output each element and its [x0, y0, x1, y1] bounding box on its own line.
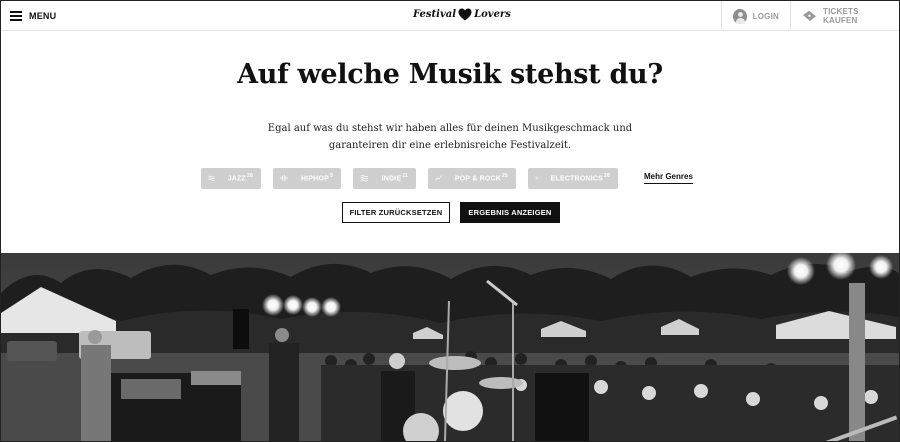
more-genres-link[interactable]: Mehr Genres — [644, 172, 693, 184]
genre-label: JAZZ28 — [227, 173, 253, 183]
genre-count: 28 — [247, 173, 253, 180]
waves-icon — [360, 175, 369, 182]
genre-label: ELECTRONICS28 — [550, 173, 610, 183]
equalizer-icon — [535, 176, 539, 180]
genre-count: 9 — [330, 173, 333, 180]
genre-label: POP & ROCK25 — [454, 173, 508, 183]
hero-description: Egal auf was du stehst wir haben alles f… — [267, 123, 633, 151]
genre-label: HIPHOP9 — [300, 173, 333, 183]
logo-text-left: Festival — [413, 9, 457, 20]
genre-count: 28 — [604, 173, 610, 180]
page-title: Auf welche Musik stehst du? — [237, 59, 663, 90]
menu-button[interactable]: MENU — [10, 9, 56, 23]
genre-chip-hiphop[interactable]: HIPHOP9 — [273, 167, 341, 189]
genre-chip-indie[interactable]: INDIE11 — [353, 167, 416, 189]
login-label: LOGIN — [752, 11, 779, 21]
user-avatar-icon — [733, 8, 747, 24]
reset-filter-button[interactable]: FILTER ZURÜCKSETZEN — [342, 202, 450, 223]
menu-label: MENU — [29, 11, 57, 21]
waves-icon — [208, 175, 215, 181]
concert-photo — [1, 253, 899, 441]
login-button[interactable]: LOGIN — [721, 1, 790, 31]
ticket-icon — [802, 10, 817, 22]
sound-bars-icon — [280, 174, 289, 182]
filter-actions: FILTER ZURÜCKSETZEN ERGEBNIS ANZEIGEN — [342, 202, 560, 223]
genre-label: INDIE11 — [381, 173, 408, 183]
page: MENU Festival Lovers LOGIN TICKETS KAUFE… — [0, 0, 900, 442]
genre-count: 11 — [402, 173, 408, 180]
genre-chip-pop-rock[interactable]: POP & ROCK25 — [428, 167, 516, 189]
genre-filter-list: JAZZ28 HIPHOP9 INDIE11 POP & ROCK25 ELEC… — [201, 167, 693, 189]
genre-count: 25 — [502, 173, 508, 180]
festival-lovers-logo[interactable]: Festival Lovers — [413, 8, 511, 21]
header-actions: LOGIN TICKETS KAUFEN — [721, 1, 899, 31]
logo-text-right: Lovers — [474, 9, 511, 20]
tickets-label: TICKETS KAUFEN — [823, 7, 859, 25]
buy-tickets-button[interactable]: TICKETS KAUFEN — [790, 1, 899, 31]
genre-chip-electronics[interactable]: ELECTRONICS28 — [528, 167, 618, 189]
top-navigation-bar: MENU Festival Lovers LOGIN TICKETS KAUFE… — [1, 1, 899, 31]
show-results-button[interactable]: ERGEBNIS ANZEIGEN — [460, 202, 560, 223]
trend-line-icon — [435, 175, 443, 181]
concert-photo-image — [1, 253, 899, 441]
heart-icon — [458, 8, 472, 21]
genre-chip-jazz[interactable]: JAZZ28 — [201, 167, 261, 189]
hamburger-icon — [10, 11, 22, 21]
